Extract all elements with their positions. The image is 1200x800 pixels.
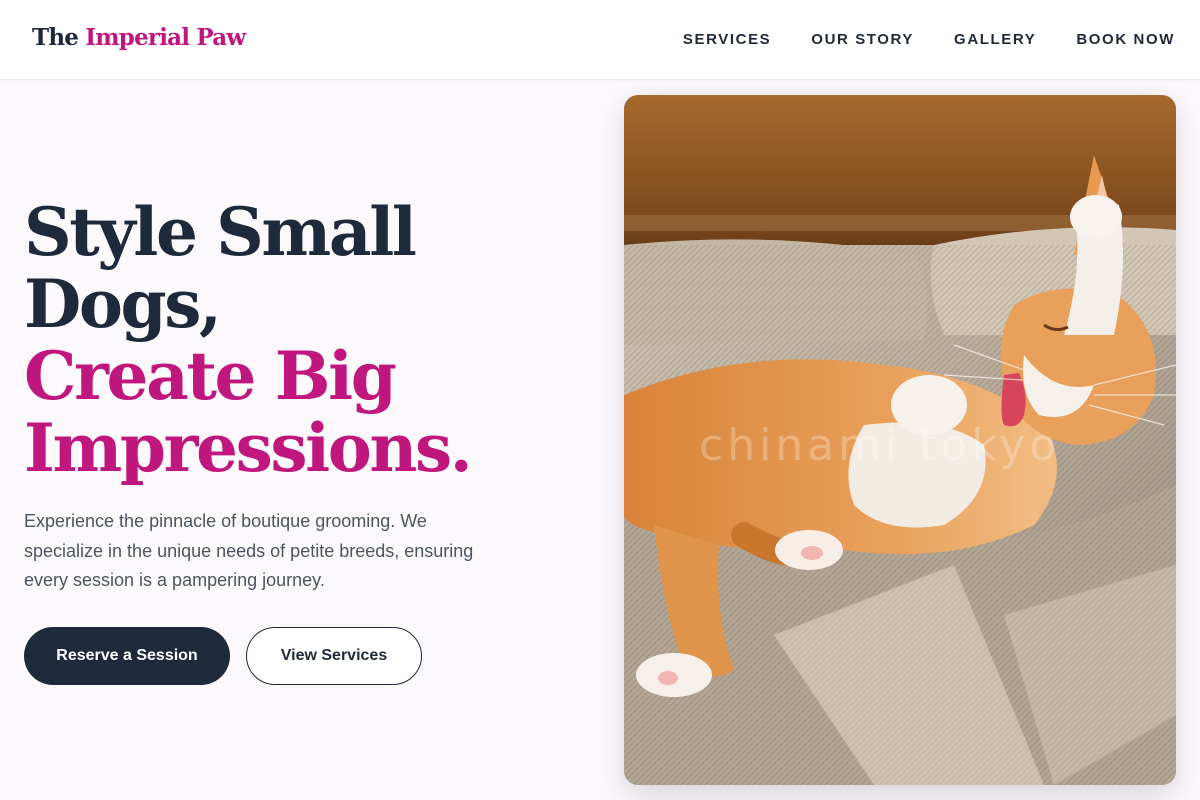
nav-link-book-now[interactable]: BOOK NOW [1076,31,1175,48]
reserve-session-button[interactable]: Reserve a Session [24,627,230,685]
hero-image: chinami tokyo [624,95,1176,785]
site-logo[interactable]: The Imperial Paw [32,24,246,51]
main-nav: SERVICES OUR STORY GALLERY BOOK NOW [683,31,1175,48]
headline-line-1: Style Small [24,193,417,271]
nav-link-our-story[interactable]: OUR STORY [811,31,914,48]
headline-line-2: Dogs, [24,265,222,343]
headline-line-3: Create Big [24,337,397,415]
nav-link-gallery[interactable]: GALLERY [954,31,1036,48]
headline-line-4: Impressions. [24,409,473,487]
view-services-button[interactable]: View Services [246,627,422,685]
logo-text-the: The [32,24,79,51]
hero-description: Experience the pinnacle of boutique groo… [24,511,474,590]
site-header: The Imperial Paw SERVICES OUR STORY GALL… [0,0,1200,80]
nav-link-services[interactable]: SERVICES [683,31,771,48]
hero-headline: Style Small Dogs, Create Big Impressions… [24,196,584,484]
logo-text-brand: Imperial Paw [85,24,246,51]
image-watermark: chinami tokyo [699,420,1060,471]
